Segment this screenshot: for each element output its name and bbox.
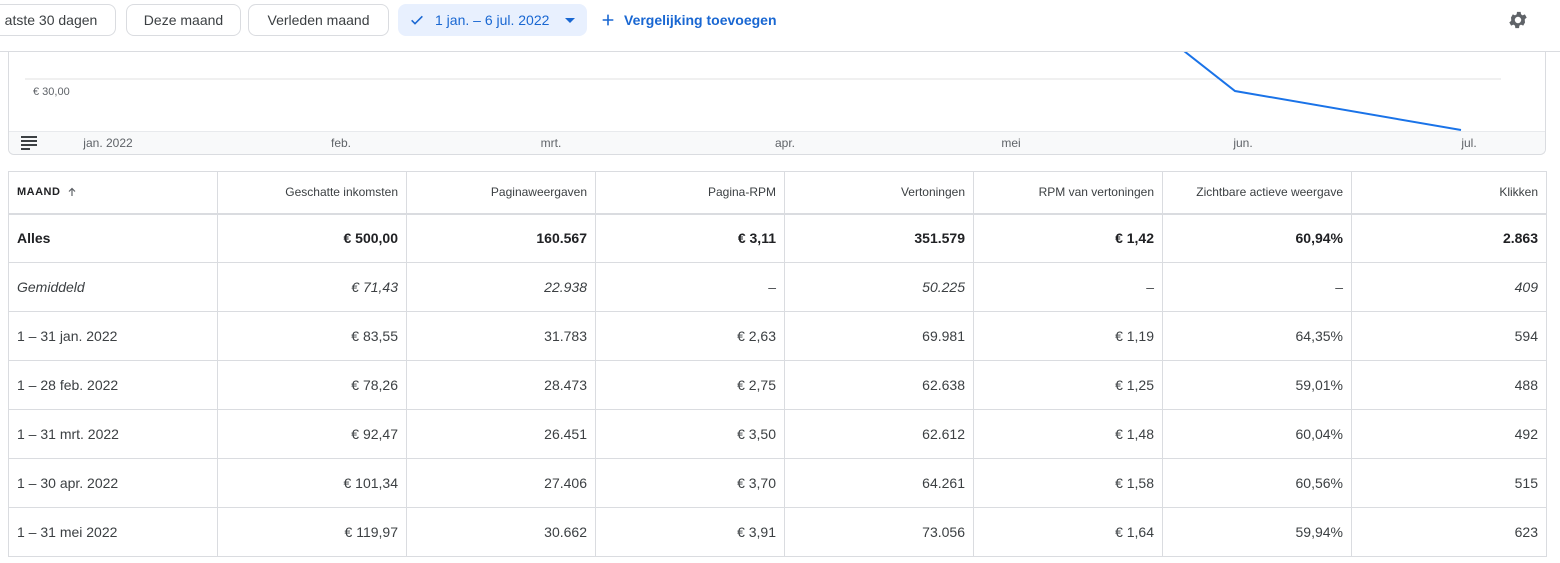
table-cell: 62.638 [784,360,974,410]
column-header-zichtbare-actieve-weergave[interactable]: Zichtbare actieve weergave [1162,171,1352,215]
x-axis-tick-jun: jun. [1233,136,1253,150]
table-cell: € 71,43 [217,262,407,312]
table-cell: € 3,91 [595,507,785,557]
table-cell: 62.612 [784,409,974,459]
gear-icon[interactable] [1507,9,1529,31]
table-row: 1 – 31 jan. 2022 € 83,55 31.783 € 2,63 6… [8,311,1547,361]
table-cell: 69.981 [784,311,974,361]
table-cell: € 78,26 [217,360,407,410]
table-row: 1 – 31 mei 2022 € 119,97 30.662 € 3,91 7… [8,507,1547,557]
chart-menu-icon[interactable] [21,136,37,150]
table-cell: 60,56% [1162,458,1352,508]
table-cell: 594 [1351,311,1547,361]
table-row: 1 – 30 apr. 2022 € 101,34 27.406 € 3,70 … [8,458,1547,508]
table-cell: € 1,58 [973,458,1163,508]
table-row: 1 – 28 feb. 2022 € 78,26 28.473 € 2,75 6… [8,360,1547,410]
dropdown-caret-icon [565,17,576,23]
sort-arrow-up-icon [69,187,76,197]
check-icon [411,15,423,25]
x-axis-tick-jul: jul. [1461,136,1477,150]
table-cell: € 92,47 [217,409,407,459]
earnings-chart: € 30,00 jan. 2022 feb. mrt. apr. mei jun… [8,52,1546,155]
table-row: 1 – 31 mrt. 2022 € 92,47 26.451 € 3,50 6… [8,409,1547,459]
table-cell: € 1,48 [973,409,1163,459]
table-cell: 73.056 [784,507,974,557]
table-row-total: Alles € 500,00 160.567 € 3,11 351.579 € … [8,213,1547,263]
table-cell: 2.863 [1351,213,1547,263]
table-cell: 515 [1351,458,1547,508]
x-axis-tick-feb: feb. [330,136,352,150]
table-cell: 1 – 30 apr. 2022 [8,458,218,508]
table-cell: € 2,63 [595,311,785,361]
column-header-vertoningen[interactable]: Vertoningen [784,171,974,215]
column-header-rpm-van-vertoningen[interactable]: RPM van vertoningen [973,171,1163,215]
table-cell: 488 [1351,360,1547,410]
monthly-report-table: MAAND Geschatte inkomsten Paginaweergave… [8,171,1547,557]
last-month-chip[interactable]: Verleden maand [248,4,389,36]
table-cell: – [595,262,785,312]
column-header-maand[interactable]: MAAND [8,171,218,215]
table-cell: € 3,11 [595,213,785,263]
table-cell: 64.261 [784,458,974,508]
table-cell: € 1,25 [973,360,1163,410]
table-cell: 1 – 31 jan. 2022 [8,311,218,361]
column-header-geschatte-inkomsten[interactable]: Geschatte inkomsten [217,171,407,215]
table-cell: 59,01% [1162,360,1352,410]
table-cell: 1 – 31 mei 2022 [8,507,218,557]
table-cell: 623 [1351,507,1547,557]
table-cell: € 1,42 [973,213,1163,263]
table-cell: 160.567 [406,213,596,263]
table-cell: 59,94% [1162,507,1352,557]
table-cell: 1 – 28 feb. 2022 [8,360,218,410]
table-cell: 30.662 [406,507,596,557]
table-cell: 28.473 [406,360,596,410]
y-axis-tick-label: € 30,00 [33,86,70,98]
add-comparison-label: Vergelijking toevoegen [624,12,777,28]
table-cell: – [973,262,1163,312]
table-cell: € 119,97 [217,507,407,557]
table-cell: 22.938 [406,262,596,312]
column-header-pagina-rpm[interactable]: Pagina-RPM [595,171,785,215]
x-axis-tick-jan: jan. 2022 [83,136,133,150]
table-cell: 27.406 [406,458,596,508]
x-axis-tick-mrt: mrt. [540,136,562,150]
table-cell: € 500,00 [217,213,407,263]
table-cell: 409 [1351,262,1547,312]
table-cell: 492 [1351,409,1547,459]
column-header-klikken[interactable]: Klikken [1351,171,1547,215]
table-cell: 31.783 [406,311,596,361]
table-cell: € 2,75 [595,360,785,410]
table-cell: 50.225 [784,262,974,312]
x-axis-tick-mei: mei [1001,136,1021,150]
table-cell: 1 – 31 mrt. 2022 [8,409,218,459]
table-cell: Gemiddeld [8,262,218,312]
earnings-series-line [1183,52,1462,131]
plus-icon [602,14,614,26]
table-cell: € 101,34 [217,458,407,508]
table-cell: € 1,64 [973,507,1163,557]
table-cell: 26.451 [406,409,596,459]
table-row-average: Gemiddeld € 71,43 22.938 – 50.225 – – 40… [8,262,1547,312]
table-cell: 60,04% [1162,409,1352,459]
date-range-label: 1 jan. – 6 jul. 2022 [435,12,550,28]
table-cell: 351.579 [784,213,974,263]
add-comparison-button[interactable]: Vergelijking toevoegen [600,4,777,36]
table-cell: Alles [8,213,218,263]
last-30-days-chip[interactable]: atste 30 dagen [0,4,116,36]
table-cell: 64,35% [1162,311,1352,361]
table-cell: € 1,19 [973,311,1163,361]
date-filter-bar: atste 30 dagen Deze maand Verleden maand… [0,0,1560,52]
date-range-selector[interactable]: 1 jan. – 6 jul. 2022 [398,4,587,36]
table-cell: € 3,50 [595,409,785,459]
x-axis-tick-apr: apr. [774,136,796,150]
table-cell: € 83,55 [217,311,407,361]
this-month-chip[interactable]: Deze maand [126,4,241,36]
table-header-row: MAAND Geschatte inkomsten Paginaweergave… [8,171,1547,215]
column-header-paginaweergaven[interactable]: Paginaweergaven [406,171,596,215]
table-cell: € 3,70 [595,458,785,508]
table-cell: – [1162,262,1352,312]
table-cell: 60,94% [1162,213,1352,263]
